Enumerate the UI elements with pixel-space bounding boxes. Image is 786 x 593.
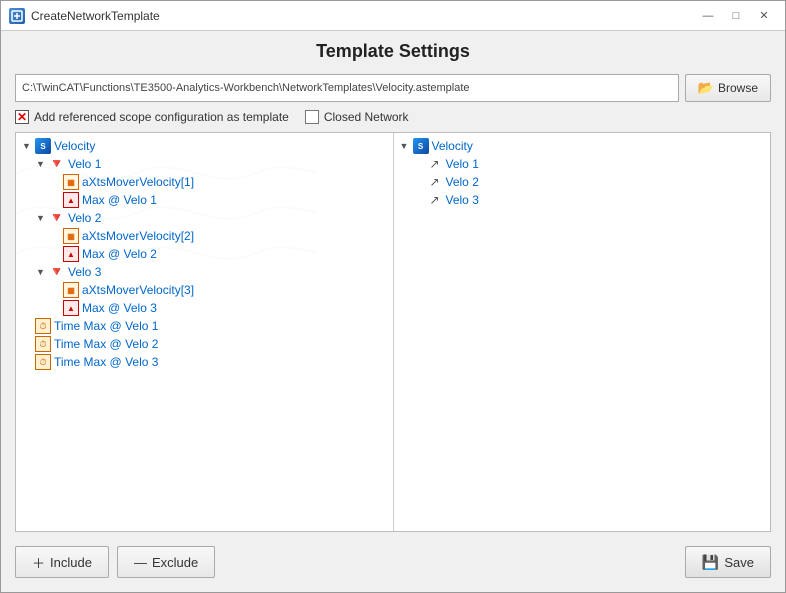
footer-buttons: ＋ Include — Exclude 💾 Save <box>15 540 771 582</box>
maximize-button[interactable]: □ <box>723 5 749 27</box>
left-array3-item[interactable]: ▶ ▦ aXtsMoverVelocity[3] <box>48 281 389 299</box>
left-time3-label: Time Max @ Velo 3 <box>54 355 158 369</box>
array-icon3: ▦ <box>63 282 79 298</box>
channel-group-icon: 🔻 <box>49 156 65 172</box>
expand-icon: ▼ <box>36 267 46 277</box>
right-velo2-item[interactable]: ▶ ↗ Velo 2 <box>412 173 767 191</box>
left-max2-label: Max @ Velo 2 <box>82 247 157 261</box>
expand-icon: ▼ <box>36 213 46 223</box>
left-array2-item[interactable]: ▶ ▦ aXtsMoverVelocity[2] <box>48 227 389 245</box>
path-row: 📂 Browse <box>15 74 771 102</box>
left-array2-label: aXtsMoverVelocity[2] <box>82 229 194 243</box>
exclude-label: Exclude <box>152 555 198 570</box>
browse-icon: 📂 <box>698 80 714 96</box>
scope-icon: S <box>35 138 51 154</box>
title-bar: CreateNetworkTemplate — □ ✕ <box>1 1 785 31</box>
title-bar-controls: — □ ✕ <box>695 5 777 27</box>
save-label: Save <box>724 555 754 570</box>
right-velo3-label: Velo 3 <box>446 193 479 207</box>
right-velo2-label: Velo 2 <box>446 175 479 189</box>
left-velo1-group[interactable]: ▼ 🔻 Velo 1 <box>34 155 389 173</box>
include-button[interactable]: ＋ Include <box>15 546 109 578</box>
window-title: CreateNetworkTemplate <box>31 9 160 23</box>
velo-item-icon2: ↗ <box>427 174 443 190</box>
minimize-button[interactable]: — <box>695 5 721 27</box>
closed-network-checkbox[interactable] <box>305 110 319 124</box>
right-root-label: Velocity <box>432 139 473 153</box>
left-time2-item[interactable]: ▶ ⏱ Time Max @ Velo 2 <box>20 335 389 353</box>
time-icon2: ⏱ <box>35 336 51 352</box>
scope-config-checkbox[interactable]: ✕ <box>15 110 29 124</box>
left-max2-item[interactable]: ▶ ▲ Max @ Velo 2 <box>48 245 389 263</box>
array-icon2: ▦ <box>63 228 79 244</box>
channel-group-icon3: 🔻 <box>49 264 65 280</box>
scope-config-label: Add referenced scope configuration as te… <box>34 110 289 124</box>
time-icon3: ⏱ <box>35 354 51 370</box>
left-velo3-label: Velo 3 <box>68 265 101 279</box>
left-time3-item[interactable]: ▶ ⏱ Time Max @ Velo 3 <box>20 353 389 371</box>
left-time2-label: Time Max @ Velo 2 <box>54 337 158 351</box>
max-icon: ▲ <box>63 192 79 208</box>
left-panel: ▼ S Velocity ▼ 🔻 Velo 1 ▶ ▦ aXtsMoverVel… <box>16 133 394 531</box>
left-tree-root[interactable]: ▼ S Velocity <box>20 137 389 155</box>
include-label: Include <box>50 555 92 570</box>
scope-icon-right: S <box>413 138 429 154</box>
velo-item-icon3: ↗ <box>427 192 443 208</box>
left-root-label: Velocity <box>54 139 95 153</box>
main-content: Template Settings 📂 Browse ✕ Add referen… <box>1 31 785 592</box>
options-row: ✕ Add referenced scope configuration as … <box>15 110 771 124</box>
expand-icon: ▼ <box>22 141 32 151</box>
array-icon: ▦ <box>63 174 79 190</box>
left-array3-label: aXtsMoverVelocity[3] <box>82 283 194 297</box>
title-bar-left: CreateNetworkTemplate <box>9 8 160 24</box>
right-panel: ▼ S Velocity ▶ ↗ Velo 1 ▶ ↗ Velo 2 <box>394 133 771 531</box>
right-velo1-item[interactable]: ▶ ↗ Velo 1 <box>412 155 767 173</box>
close-button[interactable]: ✕ <box>751 5 777 27</box>
save-icon: 💾 <box>702 554 719 571</box>
scope-config-checkbox-label[interactable]: ✕ Add referenced scope configuration as … <box>15 110 289 124</box>
main-window: CreateNetworkTemplate — □ ✕ Template Set… <box>0 0 786 593</box>
left-array1-item[interactable]: ▶ ▦ aXtsMoverVelocity[1] <box>48 173 389 191</box>
page-title: Template Settings <box>15 41 771 62</box>
closed-network-checkbox-label[interactable]: Closed Network <box>305 110 409 124</box>
browse-button[interactable]: 📂 Browse <box>685 74 771 102</box>
left-max3-item[interactable]: ▶ ▲ Max @ Velo 3 <box>48 299 389 317</box>
right-velo1-label: Velo 1 <box>446 157 479 171</box>
scope-config-checkmark: ✕ <box>17 111 27 123</box>
left-time1-item[interactable]: ▶ ⏱ Time Max @ Velo 1 <box>20 317 389 335</box>
time-icon1: ⏱ <box>35 318 51 334</box>
left-array1-label: aXtsMoverVelocity[1] <box>82 175 194 189</box>
right-velo3-item[interactable]: ▶ ↗ Velo 3 <box>412 191 767 209</box>
left-velo1-label: Velo 1 <box>68 157 101 171</box>
left-max1-label: Max @ Velo 1 <box>82 193 157 207</box>
left-velo2-label: Velo 2 <box>68 211 101 225</box>
velo-item-icon1: ↗ <box>427 156 443 172</box>
left-velo2-group[interactable]: ▼ 🔻 Velo 2 <box>34 209 389 227</box>
max-icon3: ▲ <box>63 300 79 316</box>
left-velo3-group[interactable]: ▼ 🔻 Velo 3 <box>34 263 389 281</box>
app-icon <box>9 8 25 24</box>
expand-icon: ▼ <box>36 159 46 169</box>
left-time1-label: Time Max @ Velo 1 <box>54 319 158 333</box>
channel-group-icon2: 🔻 <box>49 210 65 226</box>
template-path-input[interactable] <box>15 74 679 102</box>
panels-container: ▼ S Velocity ▼ 🔻 Velo 1 ▶ ▦ aXtsMoverVel… <box>15 132 771 532</box>
browse-label: Browse <box>718 81 758 95</box>
exclude-minus-icon: — <box>134 555 147 570</box>
max-icon2: ▲ <box>63 246 79 262</box>
include-plus-icon: ＋ <box>32 553 45 572</box>
right-tree-root[interactable]: ▼ S Velocity <box>398 137 767 155</box>
expand-icon: ▼ <box>400 141 410 151</box>
closed-network-label: Closed Network <box>324 110 409 124</box>
save-button[interactable]: 💾 Save <box>685 546 771 578</box>
left-max1-item[interactable]: ▶ ▲ Max @ Velo 1 <box>48 191 389 209</box>
left-max3-label: Max @ Velo 3 <box>82 301 157 315</box>
exclude-button[interactable]: — Exclude <box>117 546 215 578</box>
footer-left-buttons: ＋ Include — Exclude <box>15 546 215 578</box>
